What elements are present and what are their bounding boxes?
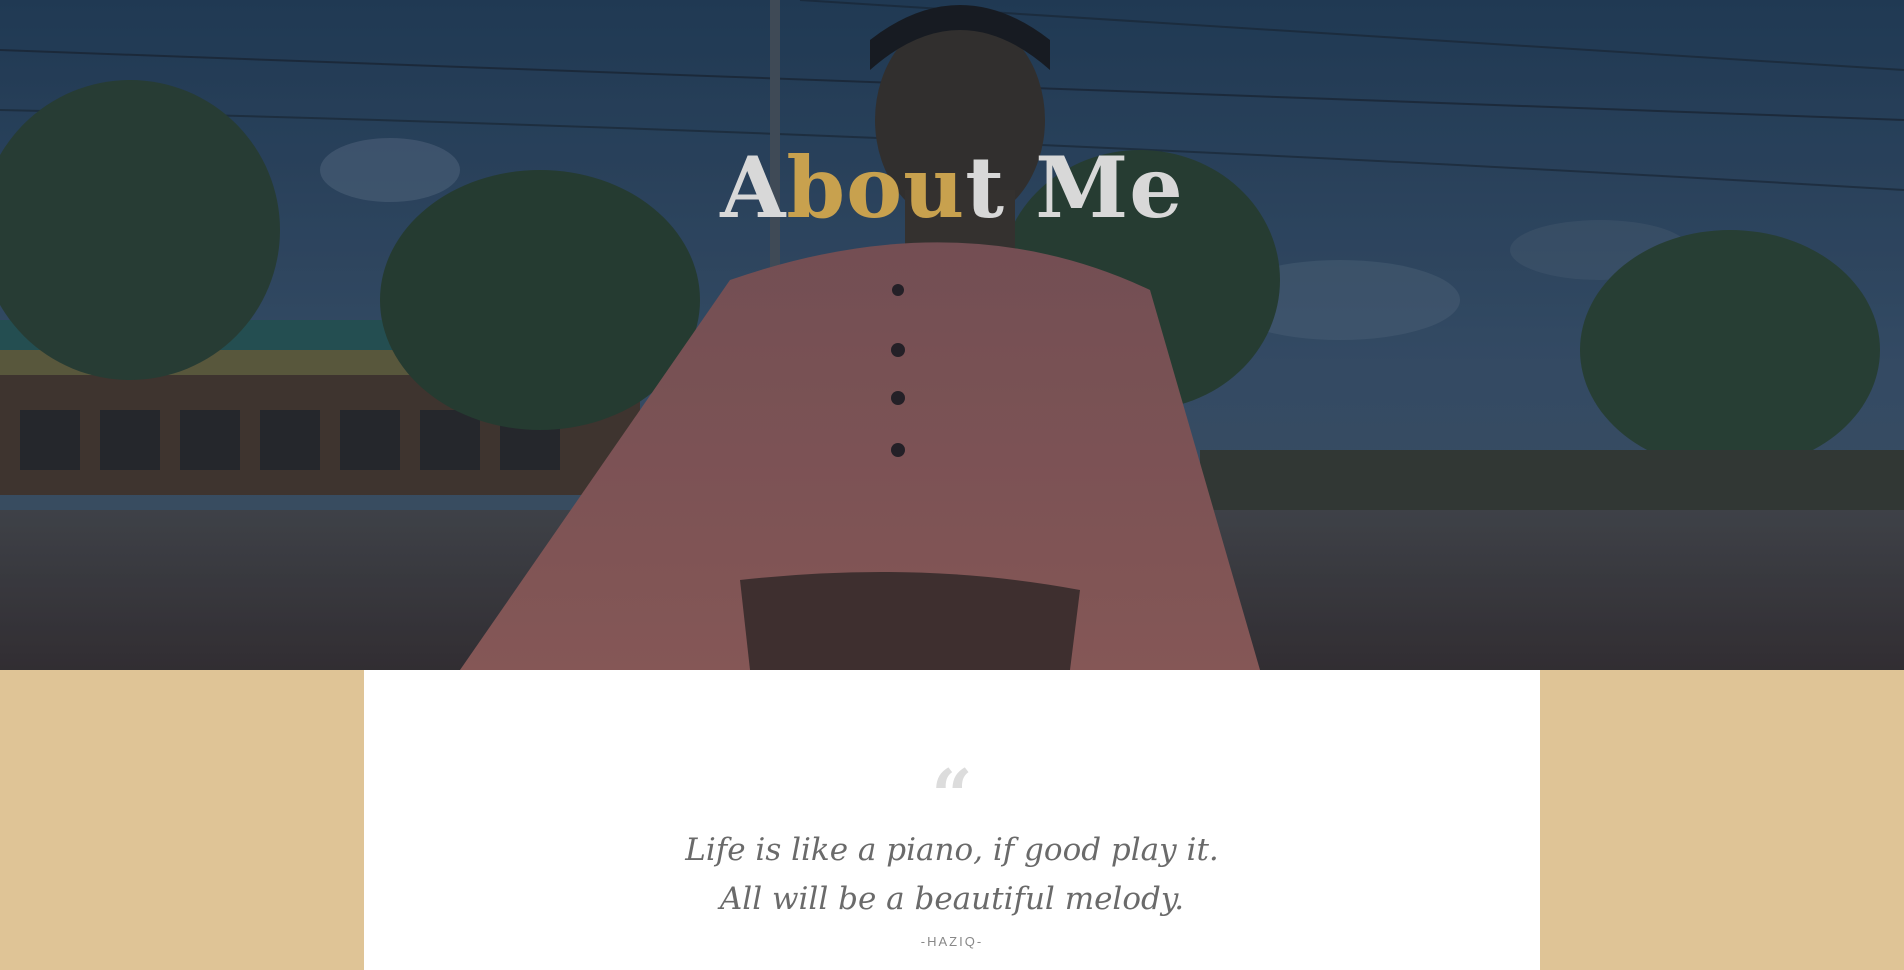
quote-line-2: All will be a beautiful melody. <box>719 881 1185 917</box>
hero-banner: About Me <box>0 0 1904 670</box>
quote-panel: “ Life is like a piano, if good play it.… <box>364 670 1540 970</box>
quote-line-1: Life is like a piano, if good play it. <box>685 832 1219 868</box>
quote-mark-icon: “ <box>931 753 973 838</box>
hero-background-photo <box>0 0 1904 670</box>
title-accent: bou <box>786 138 966 237</box>
title-part-2: t Me <box>965 138 1184 237</box>
left-side-panel <box>0 670 364 970</box>
title-part-1: A <box>720 138 787 237</box>
quote-author: -HAZIQ- <box>920 934 984 949</box>
right-side-panel <box>1540 670 1904 970</box>
page-title: About Me <box>0 138 1904 237</box>
